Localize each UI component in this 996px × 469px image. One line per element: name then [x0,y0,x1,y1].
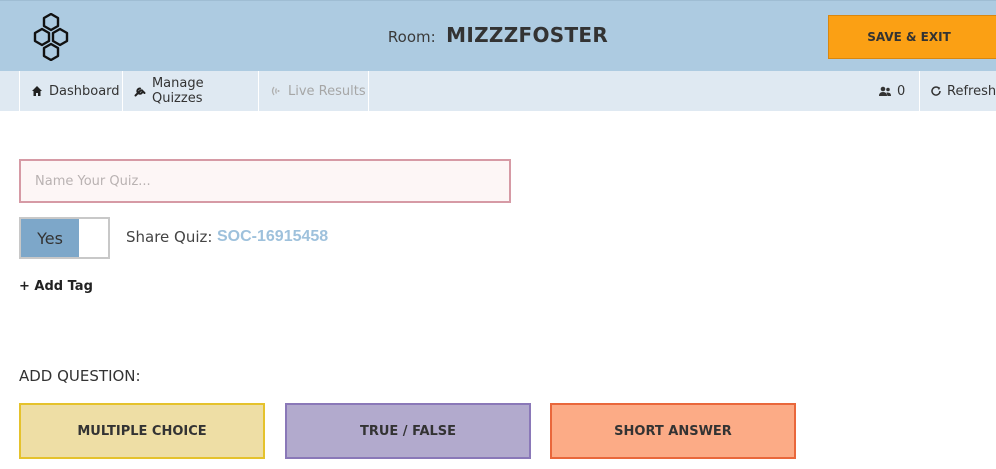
nav-dashboard[interactable]: Dashboard [19,71,122,111]
nav-users-count[interactable]: 0 [870,71,919,111]
nav-refresh-label: Refresh [947,83,996,99]
true-false-button[interactable]: TRUE / FALSE [285,403,531,459]
hexagon-cluster-logo-icon[interactable] [30,13,72,61]
nav-live-results-label: Live Results [288,83,366,99]
share-quiz-label: Share Quiz: [126,228,213,246]
wrench-icon [133,84,147,98]
app-header: Room: MIZZZFOSTER SAVE & EXIT [0,0,996,71]
save-exit-button[interactable]: SAVE & EXIT [828,15,996,59]
nav-live-results[interactable]: Live Results [258,71,369,111]
nav-manage-quizzes[interactable]: Manage Quizzes [122,71,258,111]
nav-refresh[interactable]: Refresh [919,71,996,111]
short-answer-button[interactable]: SHORT ANSWER [550,403,796,459]
add-tag-button[interactable]: + Add Tag [19,279,93,294]
users-count: 0 [897,83,906,99]
nav-bar: Dashboard Manage Quizzes Live Results 0 … [0,71,996,111]
room-name: MIZZZFOSTER [446,23,609,47]
multiple-choice-button[interactable]: MULTIPLE CHOICE [19,403,265,459]
nav-manage-quizzes-label: Manage Quizzes [151,76,204,106]
add-question-heading: ADD QUESTION: [19,367,141,385]
room-label: Room: [387,28,436,46]
share-toggle-yes: Yes [21,219,79,257]
users-icon [878,84,892,98]
broadcast-icon [269,84,283,98]
share-quiz-toggle[interactable]: Yes [19,217,110,259]
refresh-icon [930,84,942,98]
share-code-link[interactable]: SOC-16915458 [217,228,328,246]
quiz-name-input[interactable] [19,159,511,203]
home-icon [30,84,44,98]
nav-dashboard-label: Dashboard [49,83,120,99]
